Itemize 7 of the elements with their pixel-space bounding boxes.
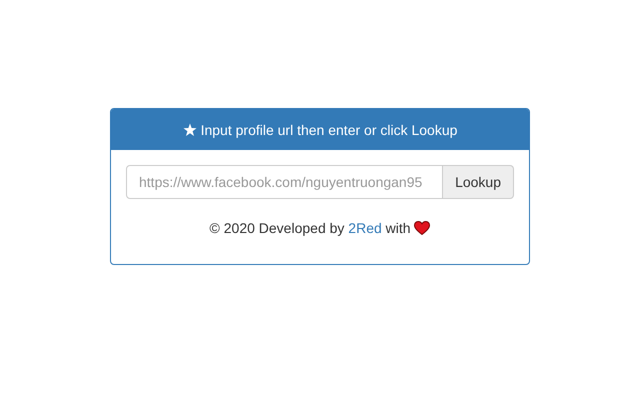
- lookup-button[interactable]: Lookup: [443, 165, 514, 199]
- author-link[interactable]: 2Red: [348, 220, 382, 236]
- footer-text: © 2020 Developed by 2Red with: [126, 220, 514, 236]
- star-icon: [182, 122, 197, 136]
- url-input-field[interactable]: https://www.facebook.com/nguyentruongan95: [126, 165, 444, 199]
- heart-icon: [414, 221, 430, 235]
- panel-title: Input profile url then enter or click Lookup: [200, 122, 458, 138]
